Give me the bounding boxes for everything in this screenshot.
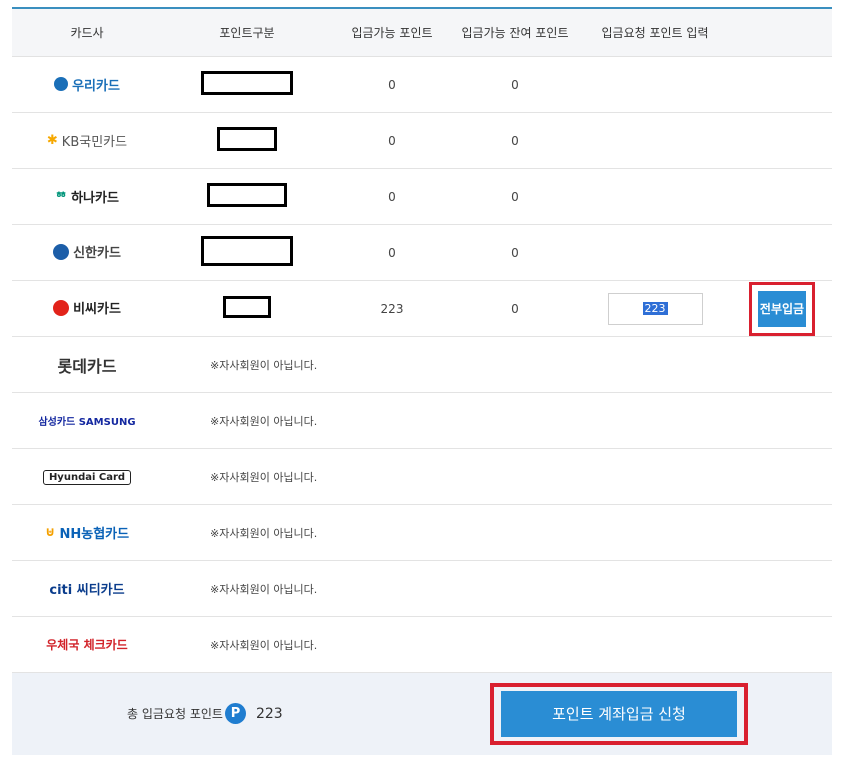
- header-request-input: 입금요청 포인트 입력: [601, 26, 709, 40]
- header-point-type: 포인트구분: [219, 26, 275, 40]
- header-remaining: 입금가능 잔여 포인트: [461, 26, 569, 40]
- available-points: 0: [388, 189, 396, 204]
- non-member-notice: ※자사회원이 아닙니다.: [210, 470, 318, 484]
- remaining-points: 0: [511, 245, 519, 260]
- table-row-lotte: 롯데카드 ※자사회원이 아닙니다.: [12, 337, 832, 393]
- available-points: 223: [380, 301, 404, 316]
- point-p-icon: P: [224, 703, 246, 724]
- shinhan-card-logo: 신한카드: [53, 242, 121, 261]
- highlight-box: 포인트 계좌입금 신청: [490, 683, 748, 745]
- table-row-bc: 비씨카드 223 0 223 전부입금: [12, 281, 832, 337]
- request-points-input[interactable]: 223: [607, 292, 703, 325]
- redacted-point-type: [223, 296, 271, 318]
- highlight-box: 전부입금: [749, 281, 815, 336]
- hyundai-card-logo: Hyundai Card: [42, 469, 132, 485]
- bc-card-logo: 비씨카드: [53, 298, 121, 317]
- samsung-card-logo: 삼성카드 SAMSUNG: [38, 417, 136, 428]
- available-points: 0: [388, 245, 396, 260]
- total-label: 총 입금요청 포인트: [127, 707, 223, 721]
- redacted-point-type: [201, 236, 293, 266]
- table-row-nh: ⊎ NH농협카드 ※자사회원이 아닙니다.: [12, 505, 832, 561]
- table-row-hyundai: Hyundai Card ※자사회원이 아닙니다.: [12, 449, 832, 505]
- table-row-kb: ✱ KB국민카드 0 0: [12, 113, 832, 169]
- remaining-points: 0: [511, 133, 519, 148]
- total-value: 223: [255, 705, 283, 722]
- nh-card-logo: ⊎ NH농협카드: [44, 525, 130, 542]
- table-row-shinhan: 신한카드 0 0: [12, 225, 832, 281]
- redacted-point-type: [201, 71, 293, 95]
- citi-card-logo: citi 씨티카드: [49, 583, 125, 598]
- header-card-company: 카드사: [70, 26, 104, 40]
- woori-card-logo: 우리카드: [54, 75, 120, 94]
- remaining-points: 0: [511, 301, 519, 316]
- summary-footer: 총 입금요청 포인트 P 223 포인트 계좌입금 신청: [12, 673, 832, 755]
- non-member-notice: ※자사회원이 아닙니다.: [210, 582, 318, 596]
- table-row-woori: 우리카드 0 0: [12, 57, 832, 113]
- submit-deposit-button[interactable]: 포인트 계좌입금 신청: [501, 691, 737, 737]
- deposit-all-button[interactable]: 전부입금: [758, 290, 806, 327]
- table-row-citi: citi 씨티카드 ※자사회원이 아닙니다.: [12, 561, 832, 617]
- remaining-points: 0: [511, 77, 519, 92]
- epost-card-logo: 우체국 체크카드: [46, 638, 128, 652]
- remaining-points: 0: [511, 189, 519, 204]
- hana-card-logo: ᅘ 하나카드: [55, 191, 119, 206]
- lotte-card-logo: 롯데카드: [57, 356, 117, 376]
- kb-card-logo: ✱ KB국민카드: [46, 133, 128, 150]
- table-header: 카드사 포인트구분 입금가능 포인트 입금가능 잔여 포인트 입금요청 포인트 …: [12, 9, 832, 57]
- total-request-points: 총 입금요청 포인트 P 223: [127, 703, 283, 724]
- header-available: 입금가능 포인트: [351, 26, 433, 40]
- points-table: 카드사 포인트구분 입금가능 포인트 입금가능 잔여 포인트 입금요청 포인트 …: [12, 7, 832, 673]
- redacted-point-type: [207, 183, 287, 207]
- non-member-notice: ※자사회원이 아닙니다.: [210, 414, 318, 428]
- table-row-samsung: 삼성카드 SAMSUNG ※자사회원이 아닙니다.: [12, 393, 832, 449]
- available-points: 0: [388, 77, 396, 92]
- table-row-hana: ᅘ 하나카드 0 0: [12, 169, 832, 225]
- redacted-point-type: [217, 127, 277, 151]
- non-member-notice: ※자사회원이 아닙니다.: [210, 358, 318, 372]
- available-points: 0: [388, 133, 396, 148]
- table-row-epost: 우체국 체크카드 ※자사회원이 아닙니다.: [12, 617, 832, 673]
- non-member-notice: ※자사회원이 아닙니다.: [210, 526, 318, 540]
- non-member-notice: ※자사회원이 아닙니다.: [210, 638, 318, 652]
